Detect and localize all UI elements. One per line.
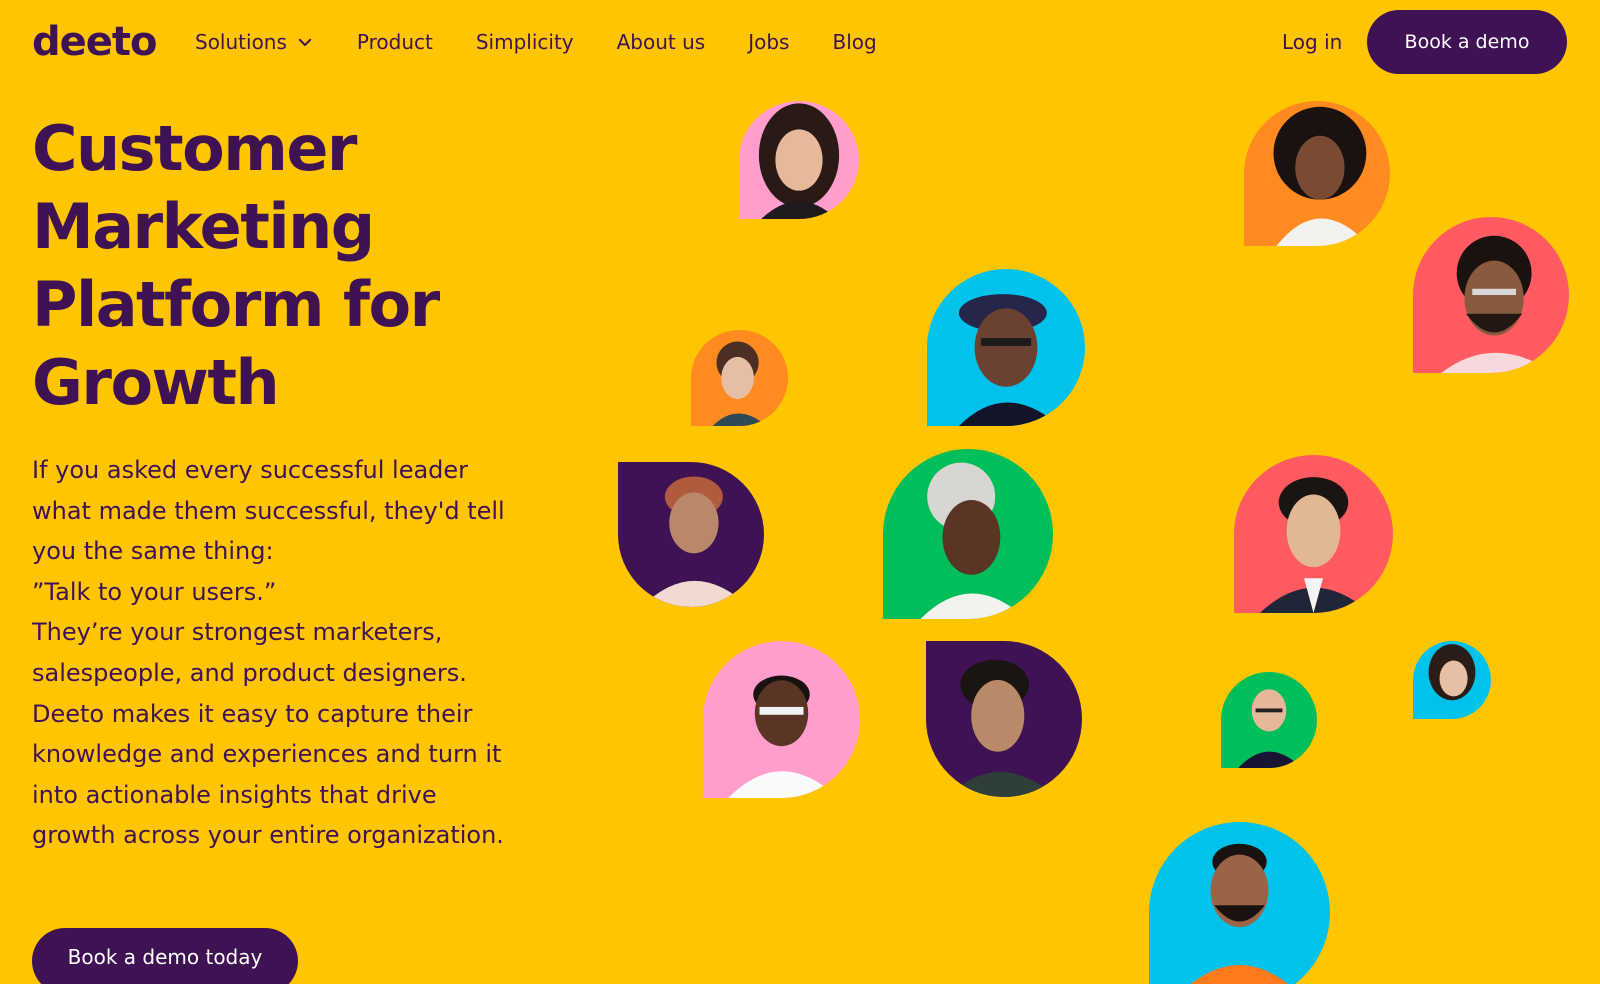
- avatar-woman-braids: [883, 449, 1053, 619]
- book-demo-button[interactable]: Book a demo: [1367, 10, 1567, 74]
- avatar-man-bald-glasses: [1221, 672, 1317, 768]
- nav-links: Solutions Product Simplicity About us Jo…: [195, 28, 920, 56]
- avatar-man-suit: [1234, 455, 1393, 613]
- hero-body-paragraph: If you asked every successful leader wha…: [32, 456, 505, 566]
- book-demo-today-button[interactable]: Book a demo today: [32, 928, 298, 984]
- hero-body: If you asked every successful leader wha…: [32, 450, 522, 856]
- top-navigation: deeto Solutions Product Simplicity About…: [0, 0, 1600, 84]
- deeto-logo[interactable]: deeto: [32, 18, 157, 66]
- avatar-woman-glasses-smile: [703, 641, 860, 798]
- login-link[interactable]: Log in: [1282, 28, 1342, 56]
- avatar-woman-short-hair: [691, 330, 788, 426]
- avatar-woman-dark-hair: [739, 101, 859, 219]
- avatar-man-beard-glasses: [1413, 217, 1569, 373]
- hero-title: Customer Marketing Platform for Growth: [32, 112, 440, 419]
- nav-link-solutions[interactable]: Solutions: [195, 28, 314, 56]
- nav-link-about-us[interactable]: About us: [617, 28, 706, 56]
- nav-link-jobs[interactable]: Jobs: [748, 28, 789, 56]
- avatar-woman-smiling: [1413, 641, 1491, 719]
- avatar-man-looking-side: [926, 641, 1082, 797]
- chevron-down-icon: [298, 38, 312, 46]
- avatar-woman-curly-hair: [1244, 101, 1390, 246]
- avatar-man-beanie: [618, 462, 764, 607]
- hero-body-quote: ”Talk to your users.”: [32, 577, 277, 606]
- nav-link-simplicity[interactable]: Simplicity: [476, 28, 574, 56]
- nav-link-solutions-label: Solutions: [195, 30, 287, 54]
- nav-link-blog[interactable]: Blog: [832, 28, 876, 56]
- nav-link-product[interactable]: Product: [357, 28, 433, 56]
- hero-body-paragraph: They’re your strongest marketers, salesp…: [32, 618, 504, 850]
- avatar-man-orange-sweater: [1149, 822, 1330, 984]
- avatar-man-beret-glasses: [927, 269, 1085, 426]
